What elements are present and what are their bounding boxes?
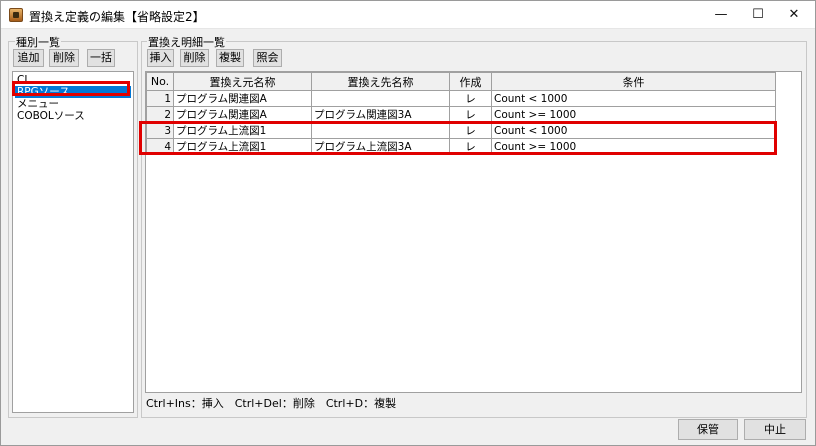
column-header-create[interactable]: 作成: [449, 72, 492, 91]
delete-row-button[interactable]: 削除: [180, 49, 209, 67]
table-header-row: No. 置換え元名称 置換え先名称 作成 条件: [146, 72, 776, 91]
type-listbox[interactable]: CL RPGソース メニュー COBOLソース: [12, 71, 134, 413]
highlight-selected-type: [12, 81, 130, 96]
column-header-no[interactable]: No.: [146, 72, 174, 91]
shortcut-hint: Ctrl+Ins：挿入 Ctrl+Del：削除 Ctrl+D：複製: [146, 397, 397, 410]
detail-list-label: 置換え明細一覧: [147, 34, 226, 50]
type-list-label: 種別一覧: [15, 34, 61, 50]
target-name-cell[interactable]: [311, 90, 450, 107]
app-icon: [9, 8, 23, 22]
highlight-rows-3-4: [139, 121, 777, 155]
column-header-source[interactable]: 置換え元名称: [173, 72, 312, 91]
dialog-window: 置換え定義の編集【省略設定2】 — ☐ ✕ 種別一覧 追加 削除 一括 CL R…: [0, 0, 816, 446]
list-item[interactable]: メニュー: [15, 98, 131, 110]
delete-type-button[interactable]: 削除: [49, 49, 79, 67]
add-type-button[interactable]: 追加: [13, 49, 44, 67]
detail-grid[interactable]: No. 置換え元名称 置換え先名称 作成 条件 1 プログラム関連図A レ Co…: [145, 71, 802, 393]
cancel-button[interactable]: 中止: [744, 419, 806, 440]
copy-row-button[interactable]: 複製: [216, 49, 244, 67]
condition-cell[interactable]: Count < 1000: [491, 90, 776, 107]
close-button[interactable]: ✕: [772, 1, 816, 29]
column-header-target[interactable]: 置換え先名称: [311, 72, 450, 91]
list-item[interactable]: COBOLソース: [15, 110, 131, 122]
create-check-cell[interactable]: レ: [449, 90, 492, 107]
row-number[interactable]: 1: [146, 90, 174, 107]
table-row[interactable]: 1 プログラム関連図A レ Count < 1000: [146, 90, 776, 107]
save-button[interactable]: 保管: [678, 419, 738, 440]
column-header-condition[interactable]: 条件: [491, 72, 776, 91]
source-name-cell[interactable]: プログラム関連図A: [173, 90, 312, 107]
insert-row-button[interactable]: 挿入: [147, 49, 174, 67]
window-title: 置換え定義の編集【省略設定2】: [29, 10, 205, 24]
bulk-type-button[interactable]: 一括: [87, 49, 115, 67]
title-bar: 置換え定義の編集【省略設定2】 — ☐ ✕: [1, 1, 815, 29]
lookup-row-button[interactable]: 照会: [253, 49, 282, 67]
